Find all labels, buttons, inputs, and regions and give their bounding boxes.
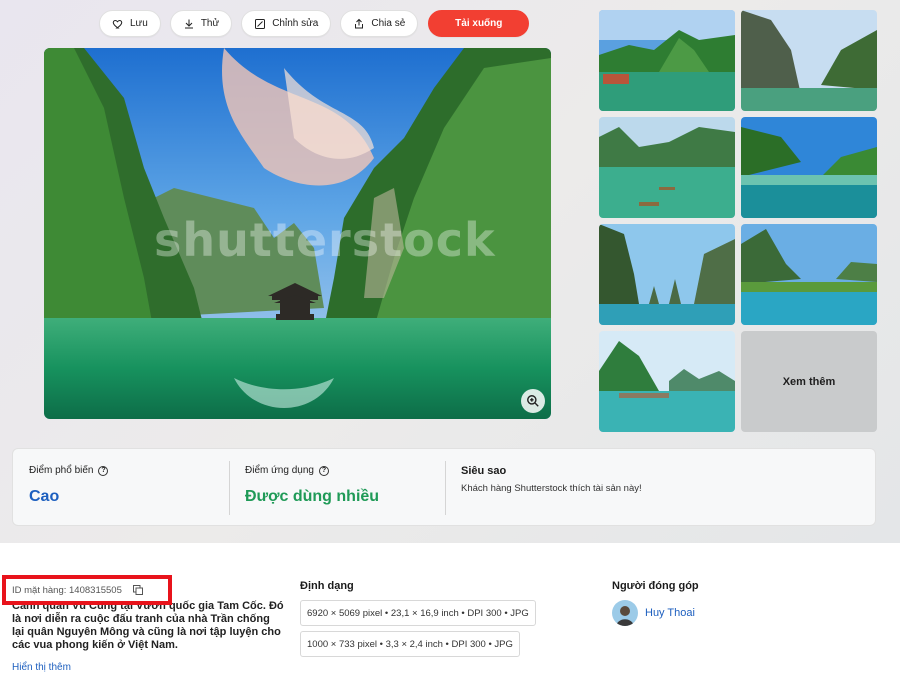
popularity-stat: Điểm phổ biến ? Cao xyxy=(13,449,229,525)
show-more-link[interactable]: Hiển thị thêm xyxy=(12,662,71,673)
usage-stat: Điểm ứng dụng ? Được dùng nhiều xyxy=(229,449,445,525)
main-photo[interactable]: shutterstock xyxy=(44,48,551,419)
contributor-title: Người đóng góp xyxy=(612,580,699,592)
download-label: Tải xuống xyxy=(455,18,503,29)
edit-button[interactable]: Chỉnh sửa xyxy=(241,10,332,37)
help-icon[interactable]: ? xyxy=(98,465,109,476)
download-button[interactable]: Tải xuống xyxy=(428,10,530,37)
download-icon xyxy=(184,19,193,28)
help-icon[interactable]: ? xyxy=(318,465,329,476)
related-image-4[interactable] xyxy=(741,117,877,218)
avatar xyxy=(612,600,638,626)
see-more-button[interactable]: Xem thêm xyxy=(741,331,877,432)
popularity-label: Điểm phổ biến xyxy=(29,465,94,476)
share-label: Chia sẻ xyxy=(371,18,406,29)
related-image-3[interactable] xyxy=(599,117,735,218)
format-option-large[interactable]: 6920 × 5069 pixel • 23,1 × 16,9 inch • D… xyxy=(300,600,536,626)
related-image-1[interactable] xyxy=(599,10,735,111)
contributor-name[interactable]: Huy Thoai xyxy=(645,607,695,619)
edit-icon xyxy=(255,18,266,29)
format-option-small[interactable]: 1000 × 733 pixel • 3,3 × 2,4 inch • DPI … xyxy=(300,631,520,657)
related-image-5[interactable] xyxy=(599,224,735,325)
share-icon xyxy=(355,18,364,28)
contributor[interactable]: Huy Thoai xyxy=(612,600,695,626)
image-description: Cảnh quan Vũ Cung tại Vườn quốc gia Tam … xyxy=(12,600,284,651)
related-image-7[interactable] xyxy=(599,331,735,432)
item-id: ID mặt hàng: 1408315505 xyxy=(12,584,122,596)
edit-label: Chỉnh sửa xyxy=(272,18,319,29)
heart-icon xyxy=(112,19,123,28)
usage-label: Điểm ứng dụng xyxy=(245,465,314,476)
related-image-2[interactable] xyxy=(741,10,877,111)
copy-icon[interactable] xyxy=(132,584,144,596)
item-id-box: ID mặt hàng: 1408315505 xyxy=(2,575,172,605)
superstar-stat: Siêu sao Khách hàng Shutterstock thích t… xyxy=(445,449,875,525)
format-section: Định dạng xyxy=(300,580,354,592)
usage-value: Được dùng nhiều xyxy=(245,488,380,505)
watermark: shutterstock xyxy=(154,213,496,267)
try-button[interactable]: Thử xyxy=(169,10,233,37)
superstar-description: Khách hàng Shutterstock thích tài sản nà… xyxy=(461,483,642,494)
contributor-section: Người đóng góp xyxy=(612,580,699,592)
try-label: Thử xyxy=(200,18,220,29)
save-button[interactable]: Lưu xyxy=(99,10,161,37)
zoom-in-icon xyxy=(527,395,539,407)
related-image-6[interactable] xyxy=(741,224,877,325)
popularity-value: Cao xyxy=(29,488,60,505)
stats-card: Điểm phổ biến ? Cao Điểm ứng dụng ? Được… xyxy=(12,448,876,526)
related-images: Xem thêm xyxy=(599,10,877,432)
superstar-title: Siêu sao xyxy=(461,465,507,477)
zoom-button[interactable] xyxy=(521,389,545,413)
save-label: Lưu xyxy=(130,18,148,29)
format-title: Định dạng xyxy=(300,580,354,592)
share-button[interactable]: Chia sẻ xyxy=(340,10,419,37)
action-bar: Lưu Thử Chỉnh sửa Chia sẻ Tải xuống xyxy=(99,10,530,37)
